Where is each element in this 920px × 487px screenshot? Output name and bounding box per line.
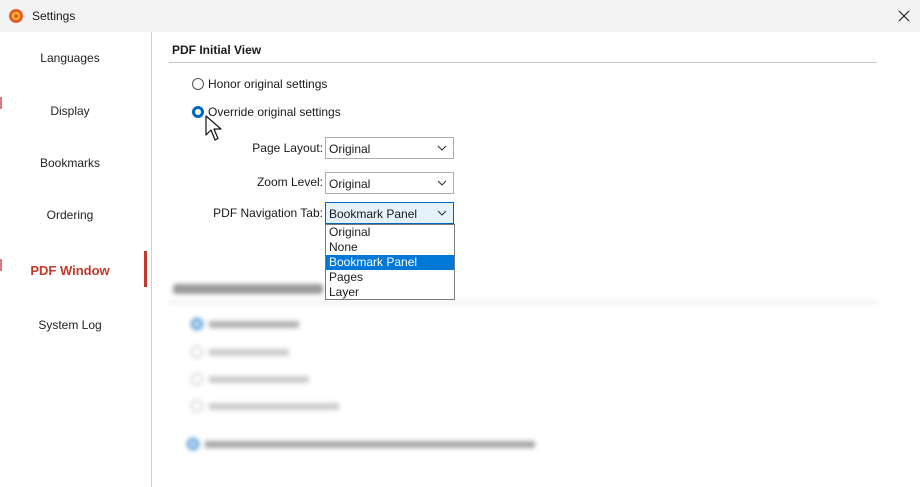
sidebar-item-system-log[interactable]: System Log — [0, 318, 140, 332]
sidebar-item-pdf-window[interactable]: PDF Window — [0, 263, 140, 278]
dropdown-option-none[interactable]: None — [326, 240, 454, 255]
dropdown-option-original[interactable]: Original — [326, 225, 454, 240]
close-button[interactable] — [894, 6, 914, 26]
zoom-level-label: Zoom Level: — [256, 175, 323, 189]
dropdown-option-bookmark-panel[interactable]: Bookmark Panel — [326, 255, 454, 270]
honor-radio-label: Honor original settings — [208, 77, 328, 91]
blurred-text — [209, 375, 309, 383]
page-layout-select[interactable]: Original — [325, 137, 454, 159]
active-indicator — [144, 251, 147, 287]
blurred-option — [185, 346, 289, 358]
blurred-text — [209, 402, 339, 410]
blurred-section — [165, 280, 885, 480]
chevron-down-icon — [437, 180, 447, 186]
page-layout-value: Original — [329, 142, 371, 156]
sidebar-item-bookmarks[interactable]: Bookmarks — [0, 156, 140, 170]
blurred-radio — [191, 400, 203, 412]
blurred-radio — [191, 346, 203, 358]
navigation-tab-dropdown: Original None Bookmark Panel Pages Layer — [325, 224, 455, 300]
blurred-radio — [191, 373, 203, 385]
page-layout-label: Page Layout: — [252, 141, 323, 155]
blurred-heading — [173, 284, 323, 294]
close-icon — [898, 10, 910, 22]
sidebar-item-display[interactable]: Display — [0, 104, 140, 118]
mouse-pointer-icon — [205, 115, 222, 141]
override-radio[interactable] — [192, 106, 204, 118]
chevron-down-icon — [437, 210, 447, 216]
zoom-level-value: Original — [329, 177, 371, 191]
sidebar-divider — [151, 32, 152, 487]
settings-sidebar — [0, 32, 151, 487]
blurred-option — [181, 438, 535, 450]
dropdown-option-pages[interactable]: Pages — [326, 270, 454, 285]
blurred-radio — [191, 318, 203, 330]
zoom-level-select[interactable]: Original — [325, 172, 454, 194]
blurred-option — [185, 318, 299, 330]
section-title: PDF Initial View — [172, 43, 262, 57]
sidebar-item-ordering[interactable]: Ordering — [0, 208, 140, 222]
honor-radio[interactable] — [192, 78, 204, 90]
navigation-tab-value: Bookmark Panel — [329, 207, 418, 221]
override-radio-label: Override original settings — [208, 105, 341, 119]
blurred-text — [209, 320, 299, 328]
title-bar: Settings — [0, 0, 920, 32]
navigation-tab-label: PDF Navigation Tab: — [213, 206, 323, 220]
blurred-option — [185, 400, 339, 412]
blurred-radio — [187, 438, 199, 450]
section-divider — [169, 62, 877, 63]
blurred-divider — [169, 302, 877, 303]
chevron-down-icon — [437, 145, 447, 151]
blurred-text — [209, 348, 289, 356]
dropdown-option-layer[interactable]: Layer — [326, 285, 454, 300]
app-logo-icon — [9, 9, 23, 23]
navigation-tab-select[interactable]: Bookmark Panel — [325, 202, 454, 224]
blurred-option — [185, 373, 309, 385]
window-title: Settings — [32, 9, 76, 23]
sidebar-item-languages[interactable]: Languages — [0, 51, 140, 65]
blurred-text — [205, 440, 535, 448]
honor-settings-option[interactable]: Honor original settings — [192, 77, 327, 91]
